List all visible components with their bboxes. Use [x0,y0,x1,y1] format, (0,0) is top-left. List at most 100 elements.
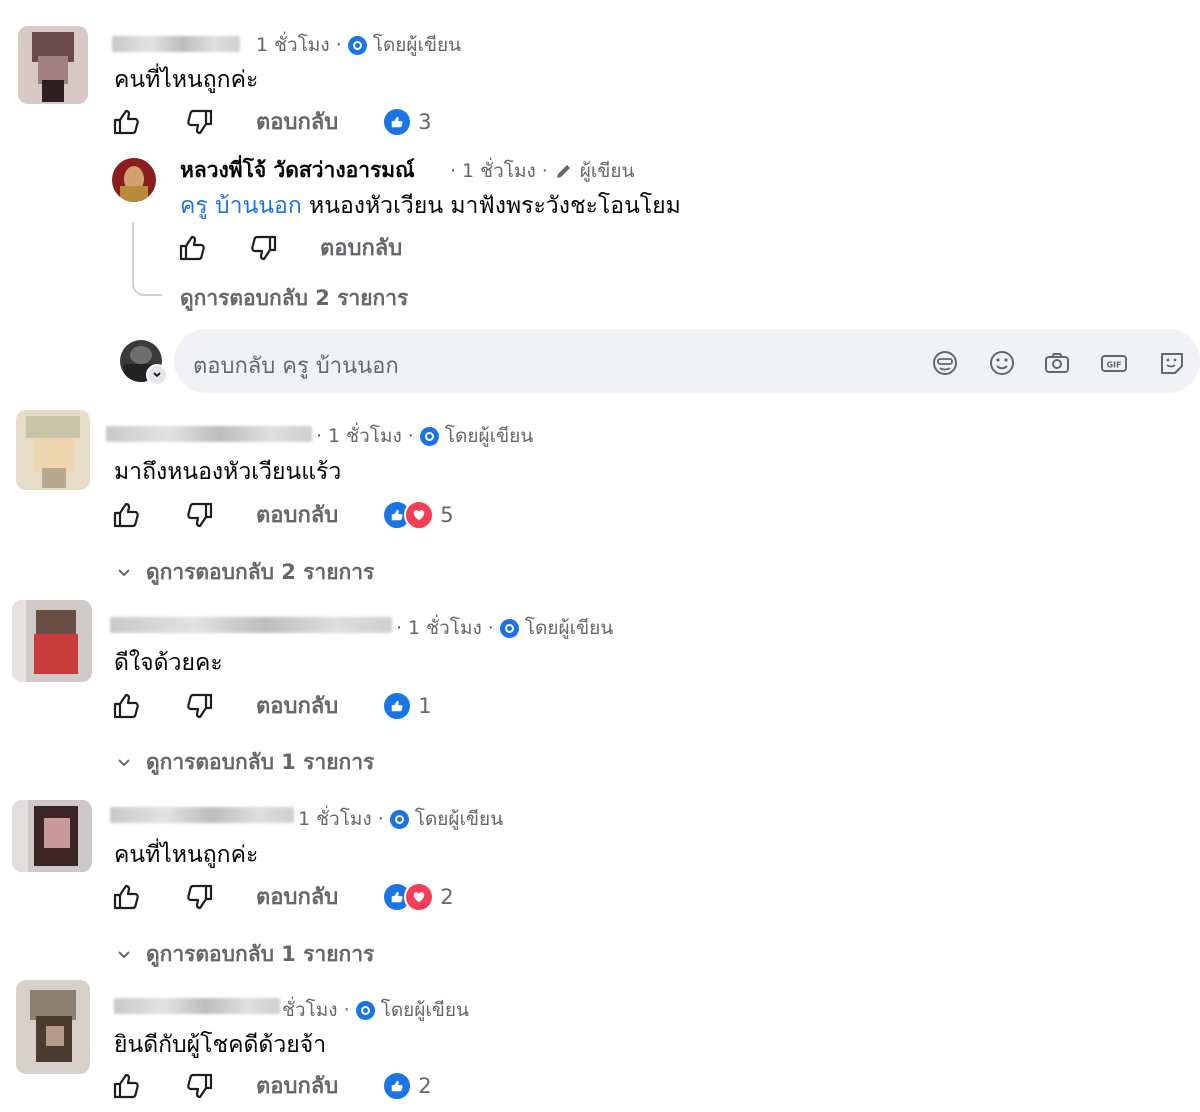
comment-time[interactable]: 1 ชั่วโมง [328,421,402,451]
reply-button[interactable]: ตอบกลับ [256,497,338,532]
comment-text: ยินดีกับผู้โชคดีด้วยจ้า [114,1032,327,1058]
like-reaction-icon [382,690,413,721]
reactions[interactable]: 1 [382,690,432,721]
author-name-blurred[interactable] [106,426,312,442]
reply-actions: ตอบกลับ [176,230,402,265]
like-icon[interactable] [176,232,208,264]
comment-text: คนที่ไหนถูกค่ะ [114,842,259,868]
reply-button[interactable]: ตอบกลับ [320,230,402,265]
love-reaction-icon [404,499,435,530]
comment-time[interactable]: ชั่วโมง [282,995,338,1025]
thread-connector [132,270,162,296]
avatar[interactable] [12,800,92,872]
reactions[interactable]: 2 [382,1070,432,1101]
chevron-down-icon [118,758,130,766]
like-icon[interactable] [110,499,142,531]
author-badge-icon [419,426,439,446]
like-icon[interactable] [110,690,142,722]
view-replies-link[interactable]: ดูการตอบกลับ 1 รายการ [116,938,374,971]
comment-actions: ตอบกลับ 2 [110,879,454,914]
author-badge: โดยผู้เขียน [444,425,534,447]
reply-button[interactable]: ตอบกลับ [256,1068,338,1103]
reply-button[interactable]: ตอบกลับ [256,688,338,723]
mention-link[interactable]: ครู บ้านนอก [180,193,302,219]
comment-text: ดีใจด้วยคะ [114,650,223,676]
like-reaction-icon [382,1070,413,1101]
comment-meta: ชั่วโมง · โดยผู้เขียน [282,995,469,1025]
author-badge: ผู้เขียน [579,160,635,182]
view-replies-link[interactable]: ดูการตอบกลับ 1 รายการ [116,746,374,779]
like-icon[interactable] [110,881,142,913]
reply-meta: · 1 ชั่วโมง · ผู้เขียน [450,156,635,186]
reactions[interactable]: 3 [382,106,432,137]
reply-time[interactable]: 1 ชั่วโมง [462,156,536,186]
view-replies-label[interactable]: ดูการตอบกลับ 2 รายการ [180,282,408,315]
view-replies-link[interactable]: ดูการตอบกลับ 2 รายการ [180,282,408,315]
reactions[interactable]: 5 [382,499,454,530]
reply-button[interactable]: ตอบกลับ [256,104,338,139]
comment-meta: · 1 ชั่วโมง · โดยผู้เขียน [396,613,613,643]
author-name-blurred[interactable] [110,617,392,633]
reaction-count: 2 [418,1073,432,1098]
comment-text: คนที่ไหนถูกค่ะ [114,67,259,93]
dislike-icon[interactable] [184,106,216,138]
like-icon[interactable] [110,1070,142,1102]
author-badge-icon [355,1000,375,1020]
author-badge-icon [499,618,519,638]
gif-icon[interactable]: GIF [1099,348,1129,378]
view-replies-link[interactable]: ดูการตอบกลับ 2 รายการ [116,556,374,589]
dislike-icon[interactable] [184,690,216,722]
avatar[interactable] [16,980,90,1074]
like-reaction-icon [382,106,413,137]
reaction-count: 5 [440,502,454,527]
camera-icon[interactable] [1042,348,1072,378]
reply-text: ครู บ้านนอก หนองหัวเวียน มาฟังพระวังชะโอ… [180,188,681,224]
chevron-down-icon [118,568,130,576]
avatar[interactable] [16,410,90,490]
reaction-count: 2 [440,884,454,909]
avatar-sticker-icon[interactable] [930,348,960,378]
author-badge: โดยผู้เขียน [524,617,614,639]
reply-button[interactable]: ตอบกลับ [256,879,338,914]
avatar[interactable] [12,600,92,682]
comment-meta: 1 ชั่วโมง · โดยผู้เขียน [256,30,461,60]
view-replies-label[interactable]: ดูการตอบกลับ 1 รายการ [146,746,374,779]
author-name-blurred[interactable] [114,998,280,1014]
love-reaction-icon [404,881,435,912]
comment-time[interactable]: 1 ชั่วโมง [408,613,482,643]
comment-time[interactable]: 1 ชั่วโมง [256,30,330,60]
author-badge-icon [347,35,367,55]
comment-actions: ตอบกลับ 3 [110,104,432,139]
dislike-icon[interactable] [184,1070,216,1102]
author-name-blurred[interactable] [110,807,294,823]
author-badge-icon [389,809,409,829]
dislike-icon[interactable] [184,881,216,913]
reaction-count: 3 [418,109,432,134]
author-badge: โดยผู้เขียน [380,999,470,1021]
author-badge: โดยผู้เขียน [414,808,504,830]
dislike-icon[interactable] [184,499,216,531]
pencil-icon [556,165,570,178]
emoji-icon[interactable] [987,348,1017,378]
account-switch-chevron-icon[interactable] [146,364,168,386]
comment-actions: ตอบกลับ 5 [110,497,454,532]
comment-time[interactable]: 1 ชั่วโมง [298,804,372,834]
reactions[interactable]: 2 [382,881,454,912]
reply-body: หนองหัวเวียน มาฟังพระวังชะโอนโยม [301,193,681,219]
comment-meta: 1 ชั่วโมง · โดยผู้เขียน [298,804,503,834]
reaction-count: 1 [418,693,432,718]
author-name-blurred[interactable] [112,36,240,52]
comment-meta: · 1 ชั่วโมง · โดยผู้เขียน [316,421,533,451]
like-icon[interactable] [110,106,142,138]
comment-actions: ตอบกลับ 1 [110,688,432,723]
view-replies-label[interactable]: ดูการตอบกลับ 2 รายการ [146,556,374,589]
dislike-icon[interactable] [248,232,280,264]
reply-author[interactable]: หลวงพี่โจ้ วัดสว่างอารมณ์ [180,154,415,187]
comment-actions: ตอบกลับ 2 [110,1068,432,1103]
sticker-icon[interactable] [1157,348,1187,378]
svg-text:GIF: GIF [1106,361,1121,370]
view-replies-label[interactable]: ดูการตอบกลับ 1 รายการ [146,938,374,971]
author-badge: โดยผู้เขียน [372,34,462,56]
avatar[interactable] [18,26,88,104]
avatar[interactable] [112,158,156,202]
